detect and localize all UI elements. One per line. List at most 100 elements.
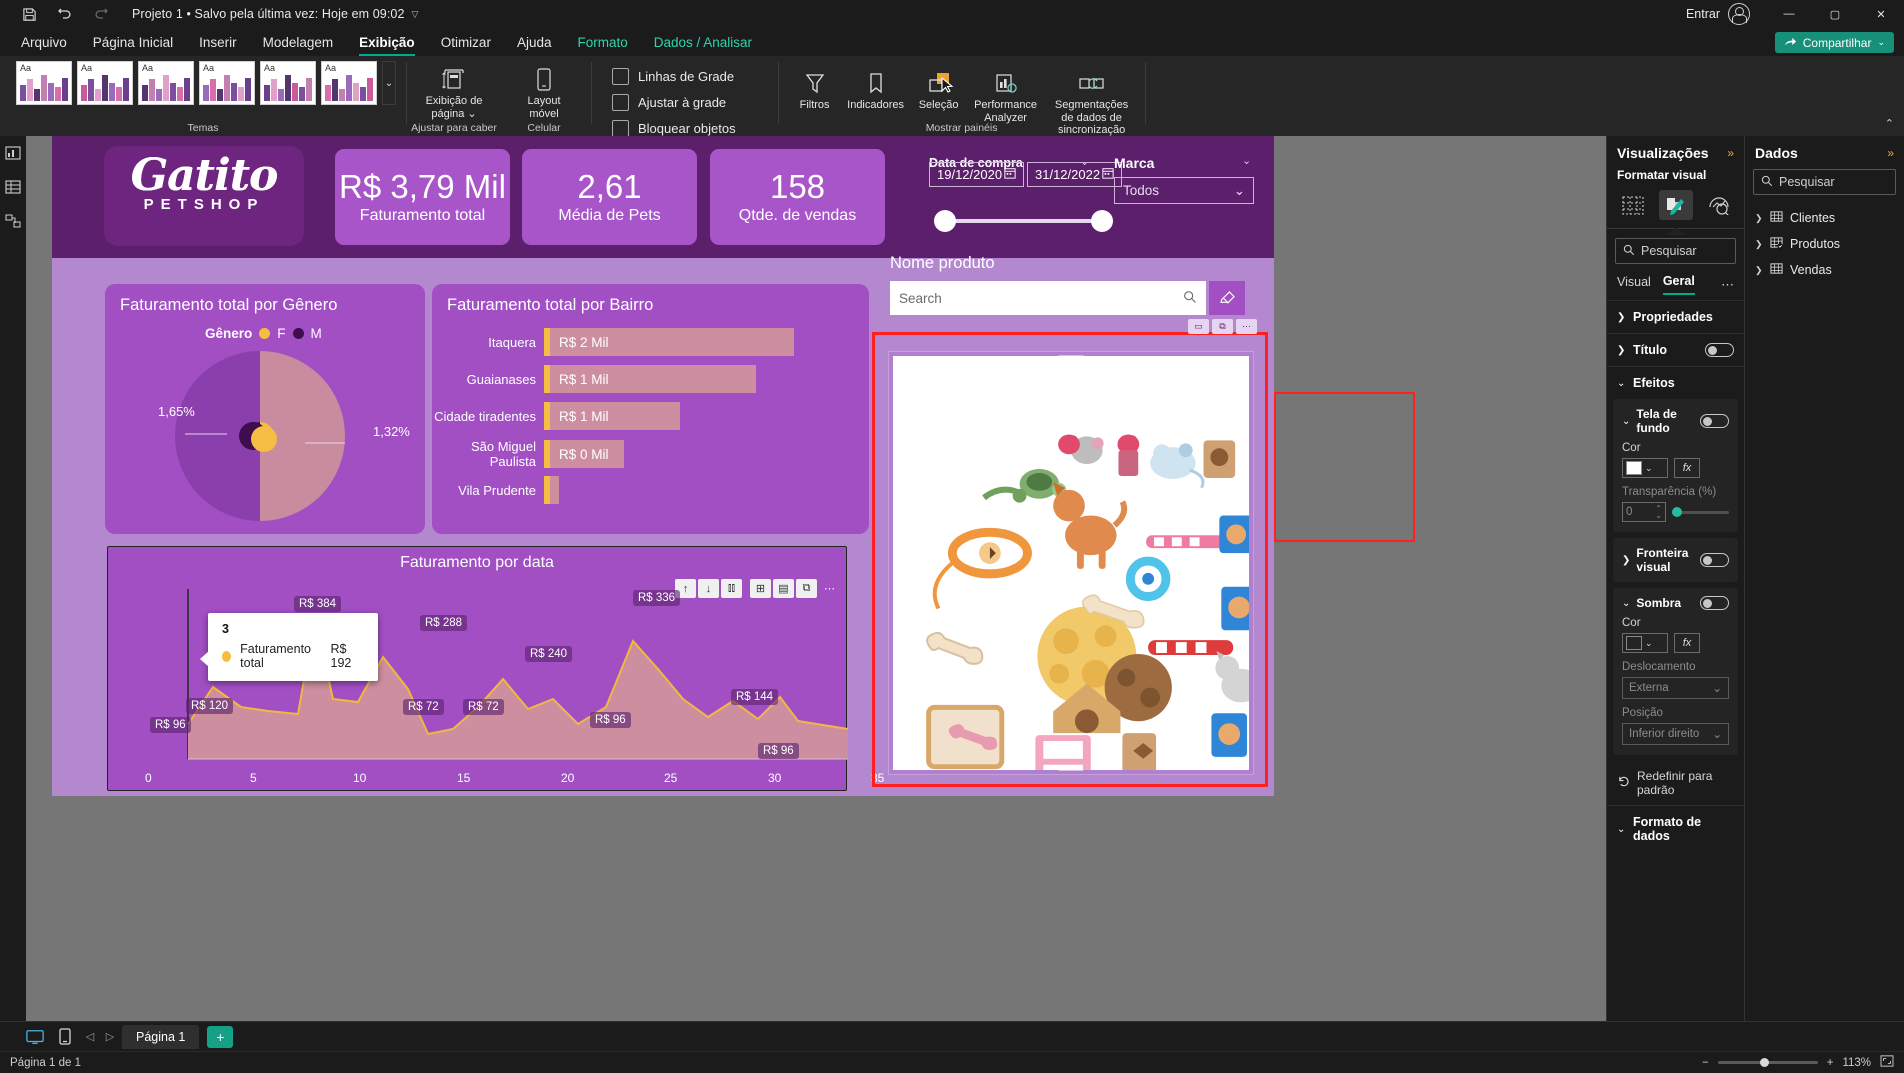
dados-search-input[interactable]: Pesquisar — [1753, 169, 1896, 195]
bairro-bar[interactable]: R$ 2 Mil — [544, 328, 794, 356]
tab-geral[interactable]: Geral — [1662, 274, 1695, 295]
gridlines-checkbox[interactable]: Linhas de Grade — [612, 67, 736, 85]
zoom-in-button[interactable]: + — [1827, 1057, 1834, 1069]
minimize-button[interactable]: — — [1766, 0, 1812, 28]
selected-visual-outline[interactable]: ▭ ⧉ ⋯ — [872, 319, 1268, 787]
pie-chart[interactable] — [165, 346, 365, 521]
chevron-up-icon[interactable]: ⌃ — [1885, 117, 1894, 130]
section-efeitos[interactable]: ⌄ Efeitos — [1607, 366, 1744, 399]
chevron-down-icon[interactable]: ▽ — [412, 9, 419, 20]
theme-swatch-3[interactable]: Aa — [138, 61, 194, 105]
zoom-slider[interactable] — [1717, 1058, 1818, 1067]
menu-pagina-inicial[interactable]: Página Inicial — [80, 31, 186, 54]
shadow-toggle[interactable] — [1700, 596, 1729, 610]
redo-icon[interactable] — [92, 5, 110, 23]
save-icon[interactable] — [20, 5, 38, 23]
snap-to-grid-checkbox[interactable]: Ajustar à grade — [612, 93, 736, 111]
shadow-color-picker[interactable]: ⌄ — [1622, 633, 1668, 653]
chevron-right-icon[interactable]: ❯ — [1622, 555, 1630, 566]
maximize-button[interactable]: ▢ — [1812, 0, 1858, 28]
date-end-field[interactable]: 31/12/2022 — [1027, 162, 1122, 187]
chevron-right-icon[interactable]: ❯ — [1755, 239, 1763, 250]
calendar-icon[interactable] — [1102, 167, 1114, 182]
sign-in-button[interactable]: Entrar — [1678, 7, 1728, 21]
chevron-right-icon[interactable]: » — [1887, 146, 1894, 160]
chevron-down-icon[interactable]: ⌄ — [1622, 416, 1630, 427]
background-toggle[interactable] — [1700, 414, 1729, 428]
visual-handle-2[interactable]: ⧉ — [1212, 319, 1233, 334]
reset-to-default-button[interactable]: Redefinir para padrão — [1607, 761, 1744, 805]
product-search-input[interactable]: Search — [890, 281, 1206, 315]
page-tab-pagina-1[interactable]: Página 1 — [122, 1024, 200, 1049]
share-button[interactable]: Compartilhar ⌄ — [1774, 32, 1894, 53]
prev-page-button[interactable]: ◁ — [82, 1030, 98, 1043]
section-formato-dados[interactable]: ⌄ Formato de dados — [1607, 805, 1744, 852]
theme-swatch-6[interactable]: Aa — [321, 61, 377, 105]
bairro-bar[interactable]: R$ 0 Mil — [544, 440, 624, 468]
bairro-card[interactable]: Faturamento total por Bairro Itaquera R$ … — [432, 284, 869, 534]
date-range-knob-end[interactable] — [1091, 210, 1113, 232]
date-range-track[interactable] — [942, 219, 1112, 223]
table-clientes[interactable]: ❯ Clientes — [1745, 205, 1904, 231]
menu-arquivo[interactable]: Arquivo — [8, 31, 80, 54]
product-search-visual[interactable]: Nome produto Search — [890, 254, 1245, 315]
bairro-row[interactable]: Guaianases R$ 1 Mil — [432, 365, 756, 393]
zoom-out-button[interactable]: − — [1702, 1057, 1709, 1069]
donut-card[interactable]: Faturamento total por Gênero Gênero F M — [105, 284, 425, 534]
visual-header-buttons[interactable]: ▭ ⧉ ⋯ — [1188, 319, 1257, 334]
kpi-card-qtde-vendas[interactable]: 158 Qtde. de vendas — [710, 149, 885, 245]
themes-gallery[interactable]: Aa Aa Aa Aa Aa Aa ⌄ — [10, 61, 396, 105]
chevron-right-icon[interactable]: ❯ — [1755, 265, 1763, 276]
chevron-down-icon[interactable]: ⌄ — [1712, 681, 1722, 695]
add-page-button[interactable]: + — [207, 1025, 234, 1048]
transparency-input[interactable]: 0 ⌃ ⌄ — [1622, 502, 1666, 522]
chevron-down-icon[interactable]: ⌄ — [1712, 727, 1722, 741]
bairro-row[interactable]: São Miguel Paulista R$ 0 Mil — [432, 439, 624, 469]
menu-modelagem[interactable]: Modelagem — [250, 31, 347, 54]
search-icon[interactable] — [1183, 290, 1197, 307]
date-start-field[interactable]: 19/12/2020 — [929, 162, 1024, 187]
stepper-icon[interactable]: ⌃ ⌄ — [1655, 505, 1662, 520]
position-dropdown[interactable]: Inferior direito ⌄ — [1622, 723, 1729, 745]
table-view-icon[interactable] — [4, 178, 22, 196]
more-options-icon[interactable]: ⋯ — [1721, 277, 1734, 293]
theme-swatch-1[interactable]: Aa — [16, 61, 72, 105]
brand-dropdown[interactable]: Todos ⌄ — [1114, 177, 1254, 204]
bairro-row[interactable]: Vila Prudente — [432, 476, 559, 504]
border-toggle[interactable] — [1700, 553, 1729, 567]
chevron-down-icon[interactable]: ⌄ — [1645, 638, 1653, 649]
eraser-icon[interactable] — [1209, 281, 1245, 315]
menu-formato[interactable]: Formato — [564, 31, 640, 54]
bairro-bar[interactable]: R$ 1 Mil — [544, 365, 756, 393]
table-vendas[interactable]: ❯ Vendas — [1745, 257, 1904, 283]
bairro-bar[interactable]: R$ 1 Mil — [544, 402, 680, 430]
close-button[interactable]: ✕ — [1858, 0, 1904, 28]
menu-otimizar[interactable]: Otimizar — [428, 31, 504, 54]
report-view-icon[interactable] — [4, 144, 22, 162]
visual-handle-1[interactable]: ▭ — [1188, 319, 1209, 334]
kpi-card-faturamento[interactable]: R$ 3,79 Mil Faturamento total — [335, 149, 510, 245]
lock-objects-checkbox[interactable]: Bloquear objetos — [612, 119, 736, 137]
chevron-right-icon[interactable]: » — [1727, 146, 1734, 160]
theme-swatch-2[interactable]: Aa — [77, 61, 133, 105]
brand-slicer-caret[interactable]: ⌄ — [1242, 154, 1251, 167]
undo-icon[interactable] — [56, 5, 74, 23]
menu-exibicao[interactable]: Exibição — [346, 31, 428, 57]
chevron-down-icon[interactable]: ⌄ — [1622, 598, 1630, 609]
fit-screen-icon[interactable] — [1880, 1055, 1894, 1070]
section-propriedades[interactable]: ❯ Propriedades — [1607, 300, 1744, 333]
titulo-toggle[interactable] — [1705, 343, 1734, 357]
chevron-down-icon[interactable]: ⌄ — [1234, 183, 1245, 199]
date-range-knob-start[interactable] — [934, 210, 956, 232]
next-page-button[interactable]: ▷ — [102, 1030, 118, 1043]
mobile-layout-button[interactable]: Layout móvel — [507, 61, 581, 120]
bairro-row[interactable]: Cidade tiradentes R$ 1 Mil — [432, 402, 680, 430]
shadow-fx-button[interactable]: fx — [1674, 633, 1700, 653]
menu-ajuda[interactable]: Ajuda — [504, 31, 565, 54]
theme-swatch-4[interactable]: Aa — [199, 61, 255, 105]
offset-dropdown[interactable]: Externa ⌄ — [1622, 677, 1729, 699]
kpi-card-media-pets[interactable]: 2,61 Média de Pets — [522, 149, 697, 245]
bairro-row[interactable]: Itaquera R$ 2 Mil — [432, 328, 794, 356]
tab-visual[interactable]: Visual — [1617, 275, 1651, 294]
format-brush-icon[interactable] — [1658, 190, 1693, 235]
